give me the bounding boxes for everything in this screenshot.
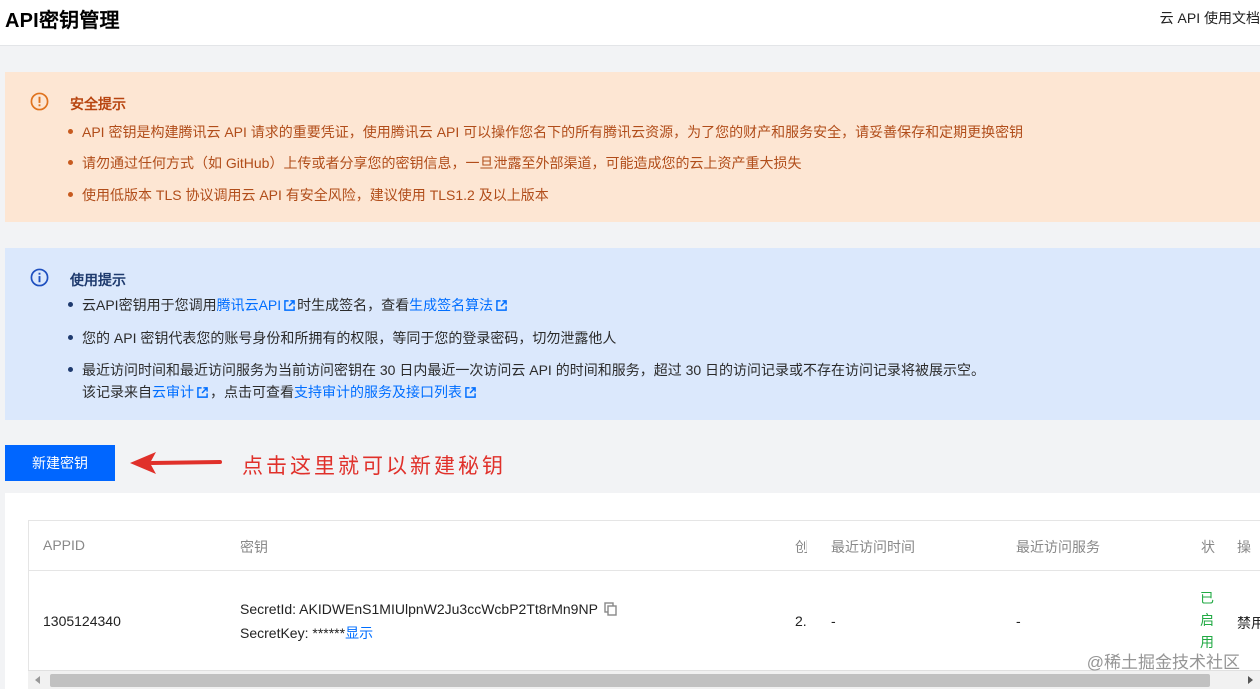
column-header-appid: APPID [43, 537, 86, 553]
page-header: API密钥管理 云 API 使用文档 [0, 0, 1260, 46]
table-header-row: APPID 密钥 创 最近访问时间 最近访问服务 状 操 [29, 521, 1260, 571]
security-notice-item: API 密钥是构建腾讯云 API 请求的重要凭证，使用腾讯云 API 可以操作您… [68, 122, 1023, 142]
signature-algorithm-link[interactable]: 生成签名算法 [409, 297, 493, 313]
usage-notice-subline: 该记录来自云审计 ，点击可查看支持审计的服务及接口列表 [82, 382, 478, 402]
red-arrow-annotation [130, 452, 222, 474]
cloud-audit-link[interactable]: 云审计 [152, 384, 194, 400]
copy-icon[interactable] [604, 602, 617, 616]
audit-services-link[interactable]: 支持审计的服务及接口列表 [294, 384, 462, 400]
security-notice-title: 安全提示 [70, 96, 126, 112]
watermark: @稀土掘金技术社区 [1086, 653, 1240, 672]
usage-notice-item: 云API密钥用于您调用腾讯云API 时生成签名，查看生成签名算法 [68, 295, 509, 315]
annotation-text: 点击这里就可以新建秘钥 [242, 454, 506, 478]
created-value: 2. [795, 613, 807, 629]
appid-value: 1305124340 [43, 613, 121, 629]
show-secret-key-link[interactable]: 显示 [345, 625, 373, 641]
disable-key-link[interactable]: 禁用 [1237, 613, 1260, 633]
external-link-icon [284, 300, 295, 311]
column-header-status: 状 [1201, 539, 1215, 555]
security-notice-item: 请勿通过任何方式（如 GitHub）上传或者分享您的密钥信息，一旦泄露至外部渠道… [68, 153, 801, 173]
usage-notice: 使用提示 云API密钥用于您调用腾讯云API 时生成签名，查看生成签名算法 您的 … [5, 248, 1260, 420]
secret-id-value: AKIDWEnS1MIUlpnW2Ju3ccWcbP2Tt8rMn9NP [299, 601, 598, 617]
secret-id-line: SecretId: AKIDWEnS1MIUlpnW2Ju3ccWcbP2Tt8… [240, 601, 617, 617]
security-notice: 安全提示 API 密钥是构建腾讯云 API 请求的重要凭证，使用腾讯云 API … [5, 72, 1260, 222]
warning-icon [30, 92, 49, 111]
usage-notice-item: 您的 API 密钥代表您的账号身份和所拥有的权限，等同于您的登录密码，切勿泄露他… [68, 328, 616, 348]
page-title: API密钥管理 [5, 10, 120, 32]
external-link-icon [496, 300, 507, 311]
secret-key-line: SecretKey: ******显示 [240, 625, 374, 641]
status-badge: 已启用 [1200, 590, 1214, 650]
secret-key-value: ****** [312, 625, 346, 641]
usage-notice-item: 最近访问时间和最近访问服务为当前访问密钥在 30 日内最近一次访问云 API 的… [68, 360, 985, 380]
tencent-cloud-api-link[interactable]: 腾讯云API [217, 297, 282, 313]
column-header-created: 创 [795, 537, 807, 557]
info-icon [30, 268, 49, 287]
scrollbar-thumb[interactable] [50, 674, 1210, 687]
column-header-key: 密钥 [240, 539, 268, 555]
column-header-last-access-time: 最近访问时间 [831, 539, 915, 555]
usage-notice-title: 使用提示 [70, 272, 126, 288]
column-header-last-access-service: 最近访问服务 [1016, 539, 1100, 555]
last-access-service-value: - [1016, 613, 1021, 629]
security-notice-item: 使用低版本 TLS 协议调用云 API 有安全风险，建议使用 TLS1.2 及以… [68, 185, 549, 205]
external-link-icon [197, 387, 208, 398]
scroll-left-icon[interactable] [35, 676, 40, 684]
last-access-time-value: - [831, 613, 836, 629]
keys-table: APPID 密钥 创 最近访问时间 最近访问服务 状 操 1305124340 … [28, 520, 1260, 670]
external-link-icon [465, 387, 476, 398]
column-header-action: 操 [1237, 539, 1251, 555]
api-doc-link[interactable]: 云 API 使用文档 [1160, 8, 1260, 28]
horizontal-scrollbar[interactable] [28, 670, 1260, 689]
create-key-button[interactable]: 新建密钥 [5, 445, 115, 481]
scroll-right-icon[interactable] [1248, 676, 1253, 684]
